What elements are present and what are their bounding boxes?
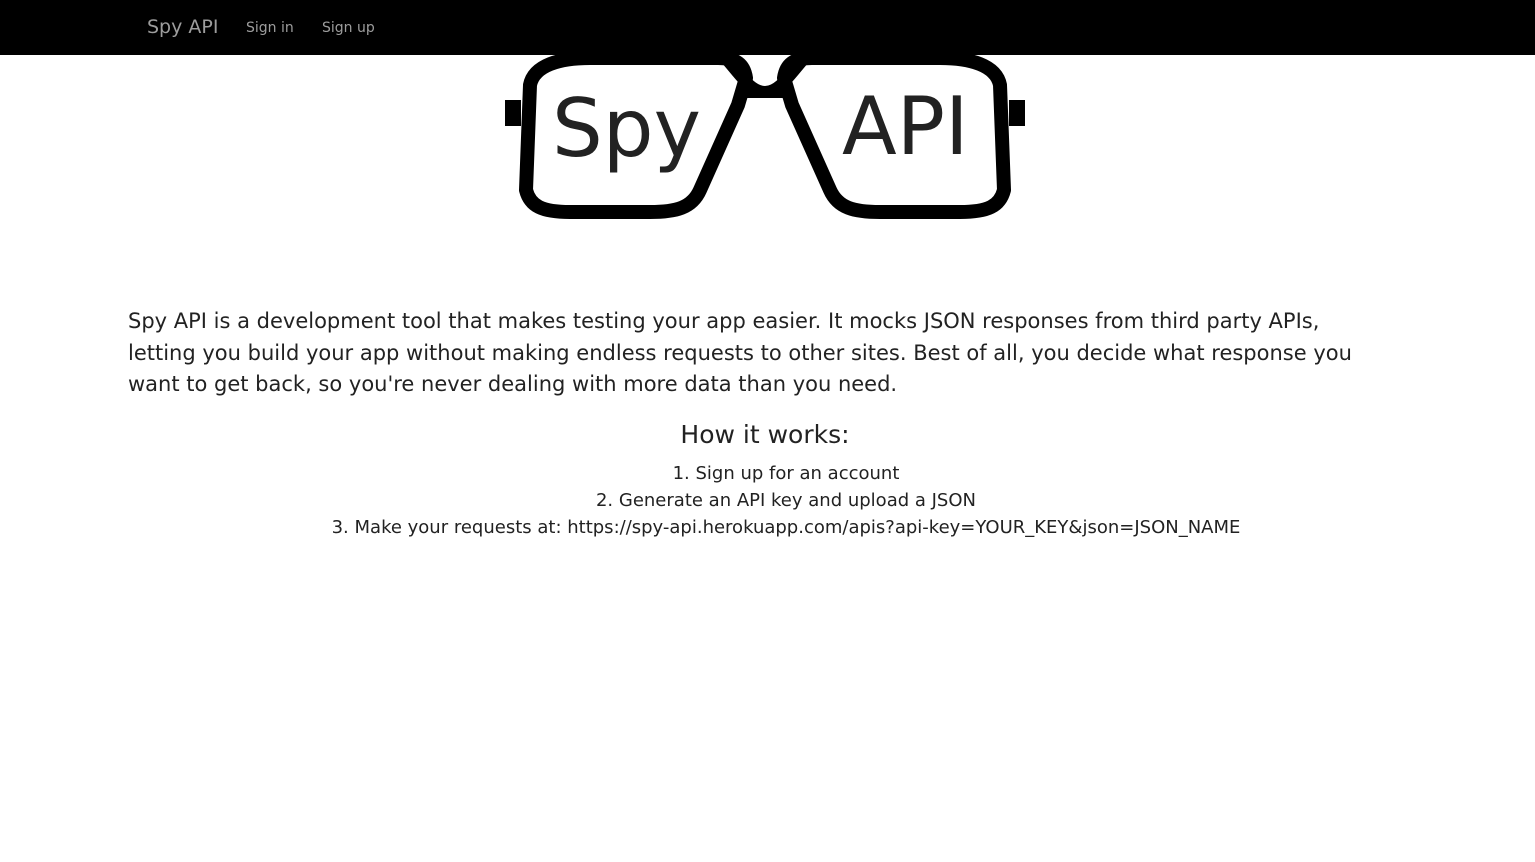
brand-link[interactable]: Spy API — [147, 14, 218, 40]
steps-list: 1. Sign up for an account 2. Generate an… — [0, 460, 1535, 541]
logo-right-text: API — [842, 80, 969, 173]
step-item: 1. Sign up for an account — [672, 463, 900, 484]
spy-api-glasses-logo: Spy API — [505, 49, 1025, 219]
right-temple — [1009, 100, 1025, 126]
sign-up-link[interactable]: Sign up — [322, 18, 375, 38]
step-item: 3. Make your requests at: https://spy-ap… — [331, 517, 1241, 538]
left-temple — [505, 100, 521, 126]
logo-left-text: Spy — [552, 82, 701, 175]
intro-paragraph: Spy API is a development tool that makes… — [128, 309, 1352, 396]
sign-in-link[interactable]: Sign in — [246, 18, 294, 38]
bridge-bar — [742, 86, 788, 98]
step-item: 2. Generate an API key and upload a JSON — [595, 490, 976, 511]
how-it-works-heading: How it works: — [680, 420, 850, 449]
